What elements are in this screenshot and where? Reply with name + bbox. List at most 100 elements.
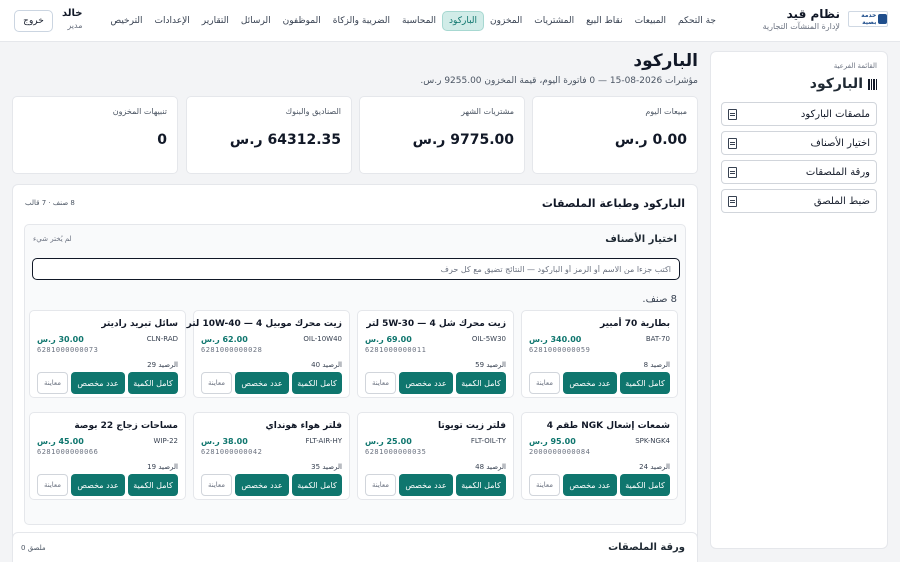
product-barcode: 6281000000073 [37, 346, 99, 354]
product-stock: الرصيد 59 [475, 361, 506, 369]
product-barcode: 6281000000028 [201, 346, 263, 354]
product-card: زيت محرك شل 4 — 5W-30 لتر 69.00 ر.س OIL-… [357, 310, 514, 398]
item-picker: اختيار الأصناف لم يُختر شيء 8 صنف. بطاري… [24, 224, 686, 525]
nav-item-sales[interactable]: المبيعات [629, 12, 672, 30]
top-navigation-bar: خدمة بصية نظام قيد لإدارة المنشآت التجار… [0, 0, 900, 42]
barcode-labels-section: الباركود وطباعة الملصقات 8 صنف · 7 قالب … [12, 184, 698, 544]
brand-subtitle: لإدارة المنشآت التجارية [762, 22, 840, 31]
brand-name: نظام قيد [786, 7, 840, 21]
full-quantity-button[interactable]: كامل الكمية [292, 372, 342, 394]
nav-item-dashboard[interactable]: جة التحكم [672, 12, 722, 30]
preview-button[interactable]: معاينة [37, 474, 68, 496]
product-name: زيت محرك شل 4 — 5W-30 لتر [366, 319, 506, 329]
product-stock: الرصيد 48 [475, 463, 506, 471]
kpi-label: الصناديق والبنوك [285, 107, 341, 116]
product-price: 340.00 ر.س [529, 335, 582, 344]
page-title: الباركود [633, 51, 698, 71]
product-stock: الرصيد 19 [147, 463, 178, 471]
preview-button[interactable]: معاينة [37, 372, 68, 394]
nav-item-barcode[interactable]: الباركود [442, 11, 485, 31]
kpi-row: مبيعات اليوم 0.00 ر.س مشتريات الشهر 9775… [12, 96, 698, 174]
product-name: فلتر زيت تويوتا [438, 421, 506, 431]
full-quantity-button[interactable]: كامل الكمية [292, 474, 342, 496]
kpi-value: 9775.00 ر.س [412, 132, 514, 148]
preview-button[interactable]: معاينة [365, 474, 396, 496]
sub-menu-item-barcode-labels[interactable]: ملصقات الباركود [721, 102, 877, 126]
custom-count-button[interactable]: عدد مخصص [235, 372, 289, 394]
product-card: فلتر هواء هونداي 38.00 ر.س FLT-AIR-HY 62… [193, 412, 350, 500]
product-code: BAT-70 [645, 335, 670, 343]
preview-button[interactable]: معاينة [529, 474, 560, 496]
sub-menu-item-label: اختيار الأصناف [810, 137, 870, 149]
product-actions: كامل الكمية عدد مخصص معاينة [365, 372, 506, 394]
full-quantity-button[interactable]: كامل الكمية [128, 372, 178, 394]
section-header: الباركود وطباعة الملصقات 8 صنف · 7 قالب [25, 197, 685, 211]
product-code: OIL-10W40 [303, 335, 342, 343]
kpi-value: 64312.35 ر.س [229, 132, 341, 148]
kpi-value: 0 [157, 132, 167, 148]
full-quantity-button[interactable]: كامل الكمية [620, 474, 670, 496]
full-quantity-button[interactable]: كامل الكمية [128, 474, 178, 496]
preview-button[interactable]: معاينة [529, 372, 560, 394]
product-price: 69.00 ر.س [365, 335, 412, 344]
product-price: 62.00 ر.س [201, 335, 248, 344]
brand[interactable]: خدمة بصية نظام قيد لإدارة المنشآت التجار… [763, 7, 888, 31]
label-sheet-section: ورقة الملصقات ملصق 0 [12, 532, 698, 562]
full-quantity-button[interactable]: كامل الكمية [620, 372, 670, 394]
custom-count-button[interactable]: عدد مخصص [71, 372, 125, 394]
main-nav: جة التحكم المبيعات نقاط البيع المشتريات … [104, 11, 722, 31]
nav-item-messages[interactable]: الرسائل [235, 12, 277, 30]
custom-count-button[interactable]: عدد مخصص [399, 474, 453, 496]
nav-item-inventory[interactable]: المخزون [484, 12, 528, 30]
product-price: 95.00 ر.س [529, 437, 576, 446]
product-actions: كامل الكمية عدد مخصص معاينة [529, 474, 670, 496]
product-actions: كامل الكمية عدد مخصص معاينة [37, 372, 178, 394]
kpi-card-today-sales: مبيعات اليوم 0.00 ر.س [532, 96, 698, 174]
nav-item-settings[interactable]: الإعدادات [149, 12, 196, 30]
product-code: OIL-5W30 [471, 335, 506, 343]
document-icon [728, 195, 737, 207]
product-price: 30.00 ر.س [37, 335, 84, 344]
nav-item-pos[interactable]: نقاط البيع [580, 12, 628, 30]
product-name: زيت محرك موبيل 4 — 10W-40 لتر [186, 319, 342, 329]
product-code: FLT-OIL-TY [470, 437, 506, 445]
nav-item-reports[interactable]: التقارير [196, 12, 235, 30]
custom-count-button[interactable]: عدد مخصص [235, 474, 289, 496]
product-card: شمعات إشعال NGK طقم 4 95.00 ر.س SPK-NGK4… [521, 412, 678, 500]
nav-item-tax-zakat[interactable]: الضريبة والزكاة [327, 12, 396, 30]
sub-menu-caption: القائمة الفرعية [833, 62, 877, 70]
page-subtitle: مؤشرات 2026-08-15 — 0 فاتورة اليوم، قيمة… [420, 76, 698, 86]
product-code: FLT-AIR-HY [305, 437, 342, 445]
sub-menu-item-label-setup[interactable]: ضبط الملصق [721, 189, 877, 213]
custom-count-button[interactable]: عدد مخصص [563, 372, 617, 394]
nav-item-license[interactable]: الترخيص [104, 12, 148, 30]
brand-logo: خدمة بصية [848, 11, 888, 27]
product-stock: الرصيد 35 [311, 463, 342, 471]
preview-button[interactable]: معاينة [201, 474, 232, 496]
nav-item-accounting[interactable]: المحاسبة [396, 12, 442, 30]
sub-menu-title-text: الباركود [809, 76, 863, 92]
custom-count-button[interactable]: عدد مخصص [399, 372, 453, 394]
sheet-title: ورقة الملصقات [608, 542, 685, 553]
item-search-input[interactable] [32, 258, 680, 280]
product-price: 45.00 ر.س [37, 437, 84, 446]
product-actions: كامل الكمية عدد مخصص معاينة [201, 372, 342, 394]
sub-menu-title: الباركود [721, 76, 877, 92]
product-actions: كامل الكمية عدد مخصص معاينة [529, 372, 670, 394]
nav-item-employees[interactable]: الموظفون [277, 12, 327, 30]
preview-button[interactable]: معاينة [201, 372, 232, 394]
full-quantity-button[interactable]: كامل الكمية [456, 372, 506, 394]
kpi-card-cash-banks: الصناديق والبنوك 64312.35 ر.س [186, 96, 352, 174]
product-stock: الرصيد 40 [311, 361, 342, 369]
custom-count-button[interactable]: عدد مخصص [71, 474, 125, 496]
preview-button[interactable]: معاينة [365, 372, 396, 394]
sheet-label-count: ملصق 0 [21, 544, 46, 552]
document-icon [728, 137, 737, 149]
nav-item-purchases[interactable]: المشتريات [528, 12, 580, 30]
logout-button[interactable]: خروج [14, 10, 53, 32]
custom-count-button[interactable]: عدد مخصص [563, 474, 617, 496]
sub-menu-item-select-items[interactable]: اختيار الأصناف [721, 131, 877, 155]
sub-menu-item-label-sheet[interactable]: ورقة الملصقات [721, 160, 877, 184]
full-quantity-button[interactable]: كامل الكمية [456, 474, 506, 496]
product-code: WIP-22 [153, 437, 179, 445]
